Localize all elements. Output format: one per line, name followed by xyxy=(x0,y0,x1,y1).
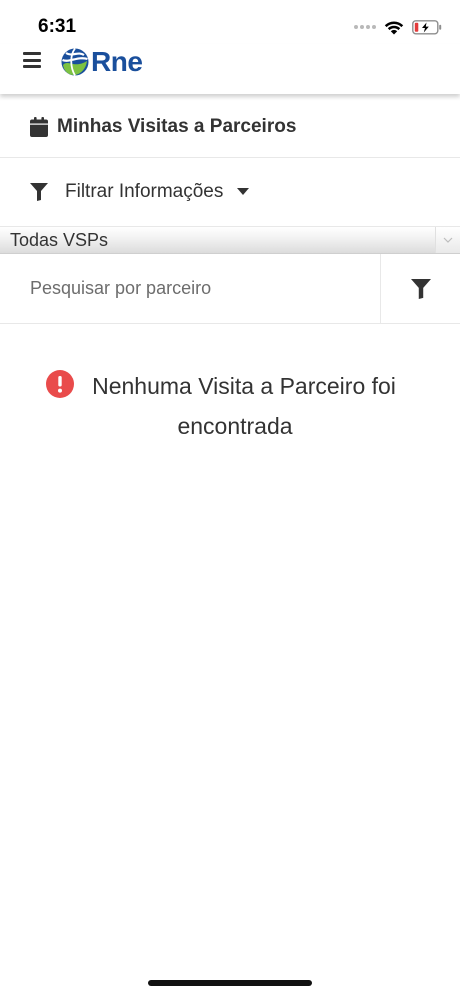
filter-toggle[interactable]: Filtrar Informações xyxy=(0,158,460,227)
status-bar: 6:31 xyxy=(0,0,460,44)
funnel-icon xyxy=(30,183,48,201)
home-indicator xyxy=(148,980,312,986)
rne-logo: Rne xyxy=(60,46,143,78)
app-header: Rne xyxy=(0,44,460,94)
empty-message-line1: Nenhuma Visita a Parceiro foi xyxy=(92,373,396,399)
vsp-select[interactable]: Todas VSPs xyxy=(0,227,460,254)
chevron-down-icon xyxy=(443,237,453,243)
funnel-icon xyxy=(410,278,431,299)
filter-label: Filtrar Informações xyxy=(65,181,224,202)
page-title: Minhas Visitas a Parceiros xyxy=(57,115,297,137)
vsp-select-value: Todas VSPs xyxy=(10,230,109,250)
calendar-icon xyxy=(30,116,48,137)
search-input[interactable] xyxy=(0,254,380,323)
status-time: 6:31 xyxy=(38,16,77,37)
page-title-row: Minhas Visitas a Parceiros xyxy=(0,96,460,158)
cellular-signal-icon xyxy=(354,25,376,29)
battery-icon xyxy=(412,19,442,35)
logo-text: Rne xyxy=(91,46,143,77)
caret-down-icon xyxy=(237,188,250,195)
globe-logo-icon xyxy=(61,47,89,76)
search-row xyxy=(0,254,460,324)
hamburger-icon[interactable] xyxy=(23,52,41,68)
wifi-icon xyxy=(384,20,404,34)
status-icons xyxy=(354,18,442,36)
select-arrow xyxy=(435,227,460,253)
search-filter-button[interactable] xyxy=(380,254,460,323)
app-screen: 6:31 Rne Minhas Visitas a Parceiros Filt… xyxy=(0,0,460,996)
empty-message-line2: encontrada xyxy=(177,413,293,439)
empty-state-message: Nenhuma Visita a Parceiro foi encontrada xyxy=(40,366,430,446)
